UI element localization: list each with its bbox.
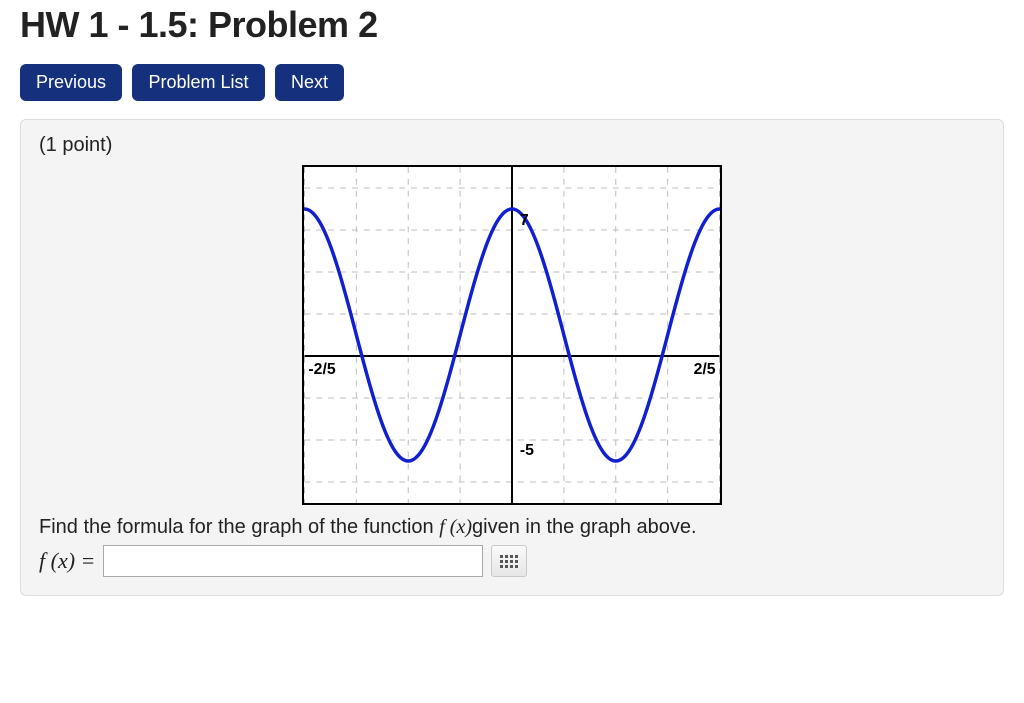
answer-input[interactable] — [103, 545, 483, 577]
answer-row: f (x) = — [39, 545, 985, 577]
page-title: HW 1 - 1.5: Problem 2 — [20, 4, 1004, 46]
problem-list-button[interactable]: Problem List — [132, 64, 264, 101]
svg-text:2/5: 2/5 — [694, 361, 716, 378]
keypad-button[interactable] — [491, 545, 527, 577]
problem-panel: (1 point) -2/5 2/5 -5 7 Find the formula fo… — [20, 119, 1004, 596]
points-label: (1 point) — [39, 134, 985, 157]
function-graph: -2/5 2/5 -5 7 — [302, 165, 722, 505]
nav-row: Previous Problem List Next — [20, 64, 1004, 101]
prompt-after: given in the graph above. — [472, 516, 697, 538]
answer-lhs: f (x) = — [39, 548, 95, 574]
keypad-icon — [500, 555, 518, 568]
next-button[interactable]: Next — [275, 64, 344, 101]
graph-container: -2/5 2/5 -5 7 — [39, 165, 985, 510]
prompt-before: Find the formula for the graph of the fu… — [39, 516, 439, 538]
previous-button[interactable]: Previous — [20, 64, 122, 101]
prompt-text: Find the formula for the graph of the fu… — [39, 516, 985, 539]
svg-text:-5: -5 — [520, 442, 534, 459]
prompt-fx: f (x) — [439, 516, 472, 538]
svg-text:7: 7 — [520, 212, 529, 229]
svg-text:-2/5: -2/5 — [308, 361, 335, 378]
